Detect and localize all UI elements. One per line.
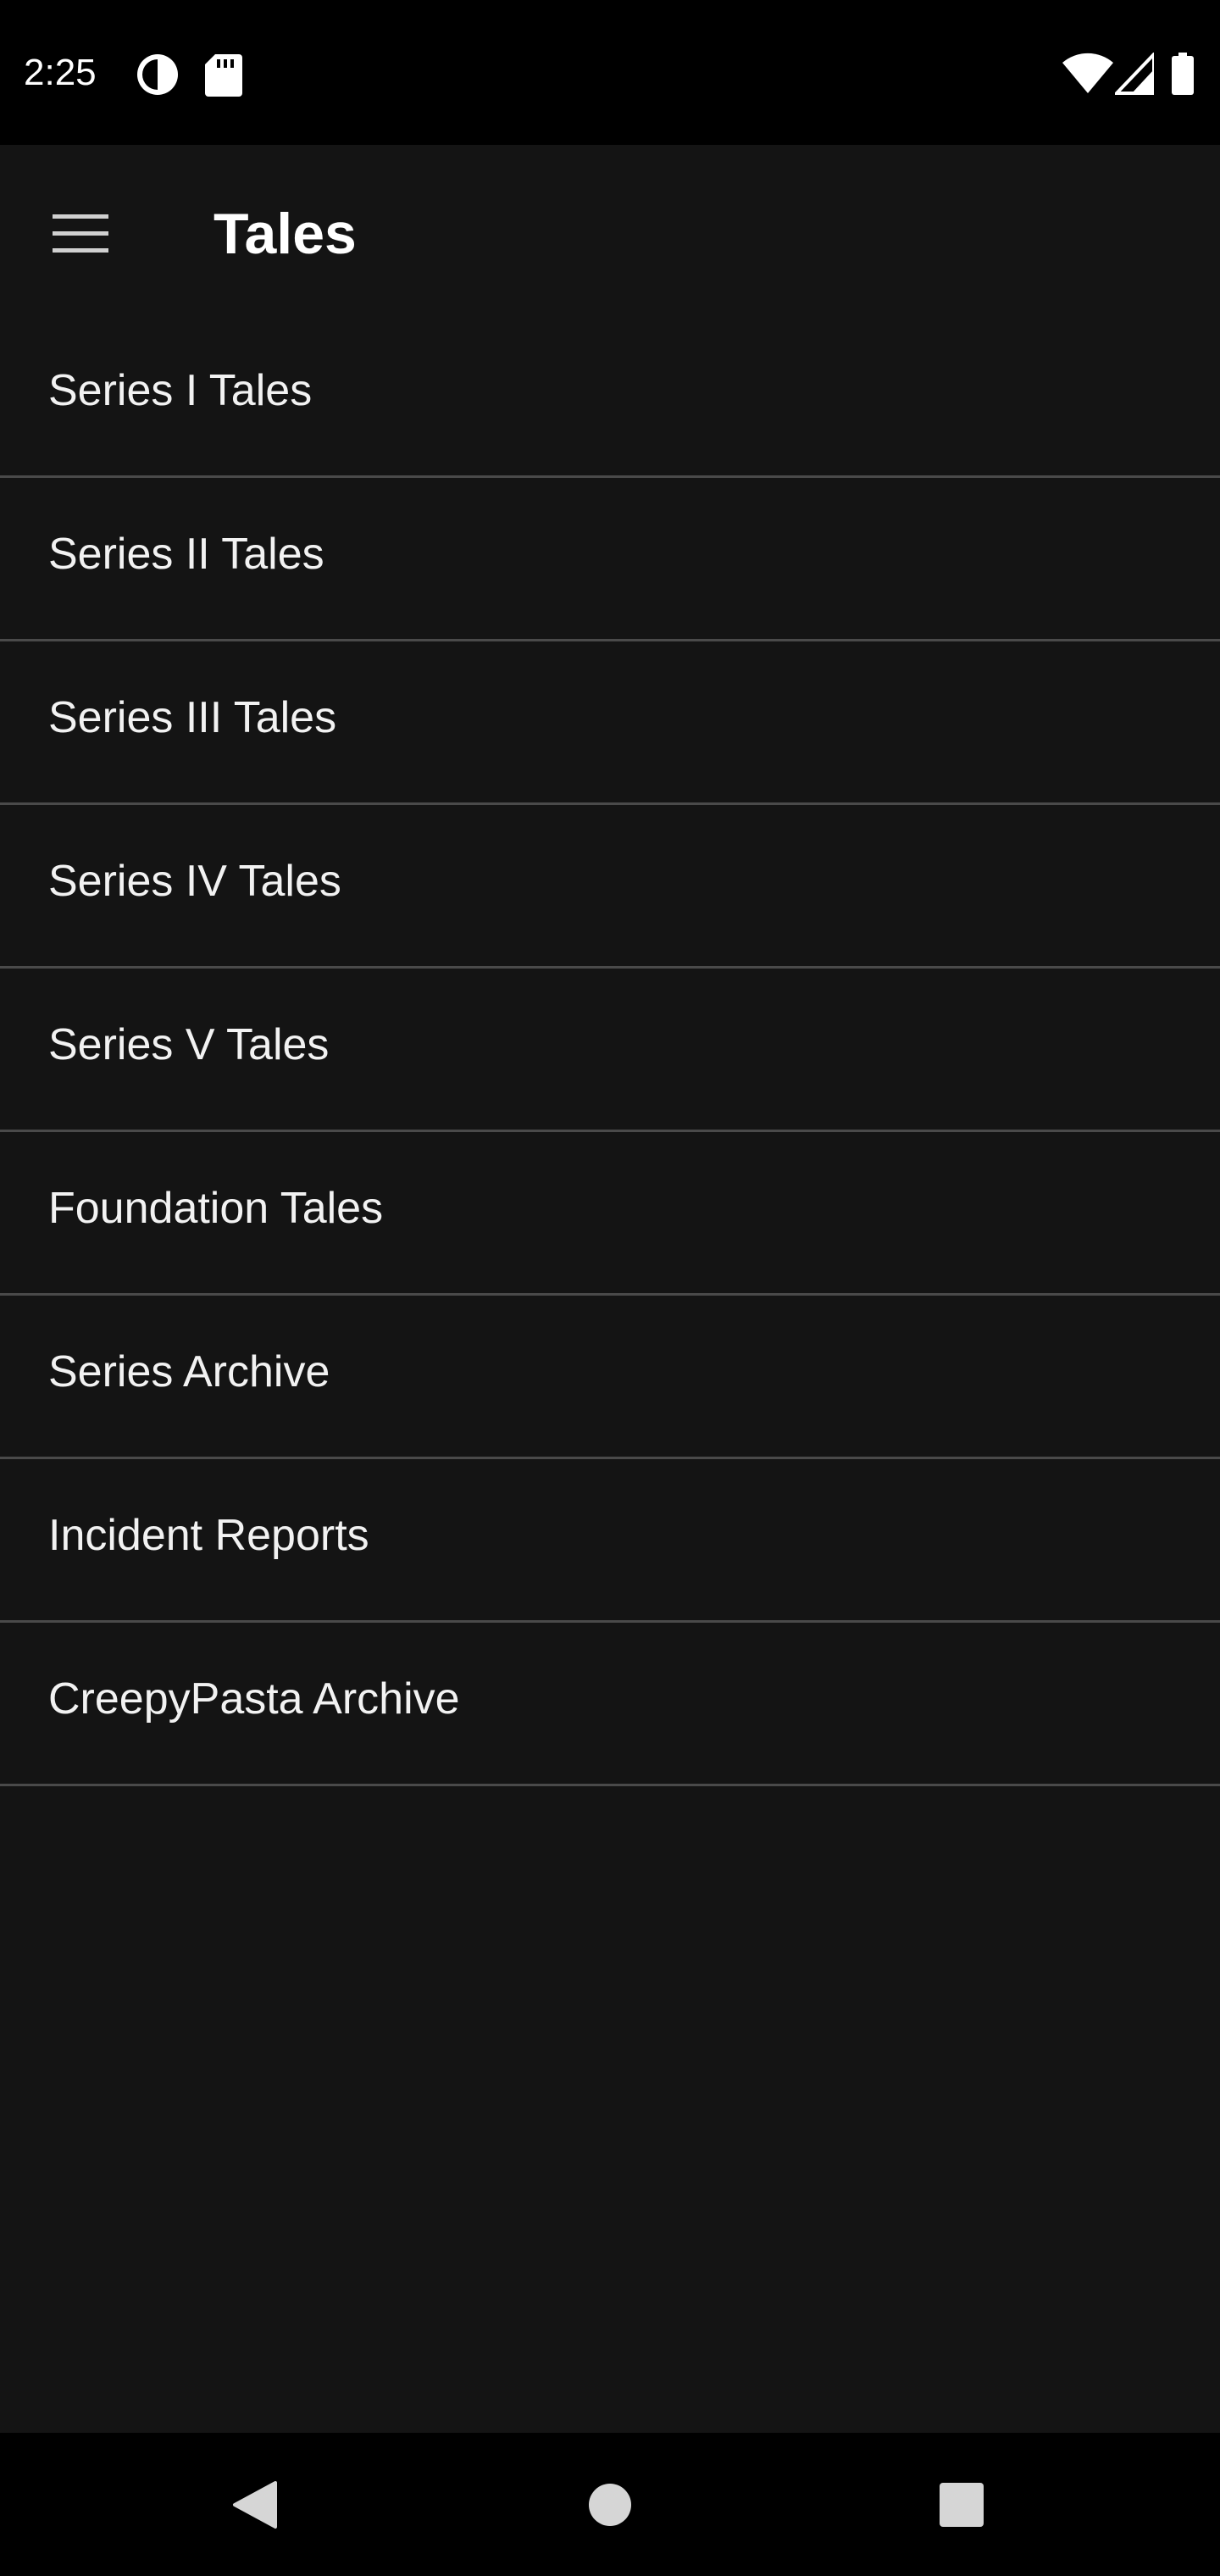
list-item-creepypasta-archive[interactable]: CreepyPasta Archive — [0, 1623, 1220, 1786]
tales-list: Series I Tales Series II Tales Series II… — [0, 314, 1220, 1786]
app-notification-icon — [136, 53, 180, 101]
list-item-series-archive[interactable]: Series Archive — [0, 1296, 1220, 1459]
list-item-label: Series II Tales — [48, 530, 324, 579]
list-item-label: Series V Tales — [48, 1020, 330, 1069]
list-item-series-v-tales[interactable]: Series V Tales — [0, 969, 1220, 1132]
home-icon[interactable] — [555, 2450, 665, 2560]
hamburger-menu-icon[interactable] — [34, 187, 127, 280]
list-item-series-iii-tales[interactable]: Series III Tales — [0, 641, 1220, 805]
list-item-series-iv-tales[interactable]: Series IV Tales — [0, 805, 1220, 969]
list-item-incident-reports[interactable]: Incident Reports — [0, 1459, 1220, 1623]
recents-icon[interactable] — [907, 2450, 1017, 2560]
battery-icon — [1171, 53, 1195, 99]
app-screen: Tales Series I Tales Series II Tales Ser… — [0, 145, 1220, 2433]
sd-card-icon — [205, 53, 242, 101]
list-item-label: Series I Tales — [48, 366, 313, 415]
list-item-label: CreepyPasta Archive — [48, 1674, 460, 1724]
wifi-icon — [1062, 53, 1113, 99]
status-bar: 2:25 — [0, 0, 1220, 145]
system-nav-bar — [0, 2433, 1220, 2576]
list-item-series-i-tales[interactable]: Series I Tales — [0, 314, 1220, 478]
list-item-label: Series III Tales — [48, 693, 337, 742]
list-item-label: Series Archive — [48, 1347, 330, 1396]
list-item-label: Incident Reports — [48, 1511, 369, 1560]
page-title: Tales — [214, 202, 357, 266]
list-item-label: Foundation Tales — [48, 1184, 384, 1233]
toolbar: Tales — [0, 145, 1220, 314]
list-item-label: Series IV Tales — [48, 857, 341, 906]
back-icon[interactable] — [200, 2450, 310, 2560]
list-item-foundation-tales[interactable]: Foundation Tales — [0, 1132, 1220, 1296]
list-item-series-ii-tales[interactable]: Series II Tales — [0, 478, 1220, 641]
status-time: 2:25 — [24, 52, 97, 93]
cell-signal-icon — [1112, 50, 1156, 99]
